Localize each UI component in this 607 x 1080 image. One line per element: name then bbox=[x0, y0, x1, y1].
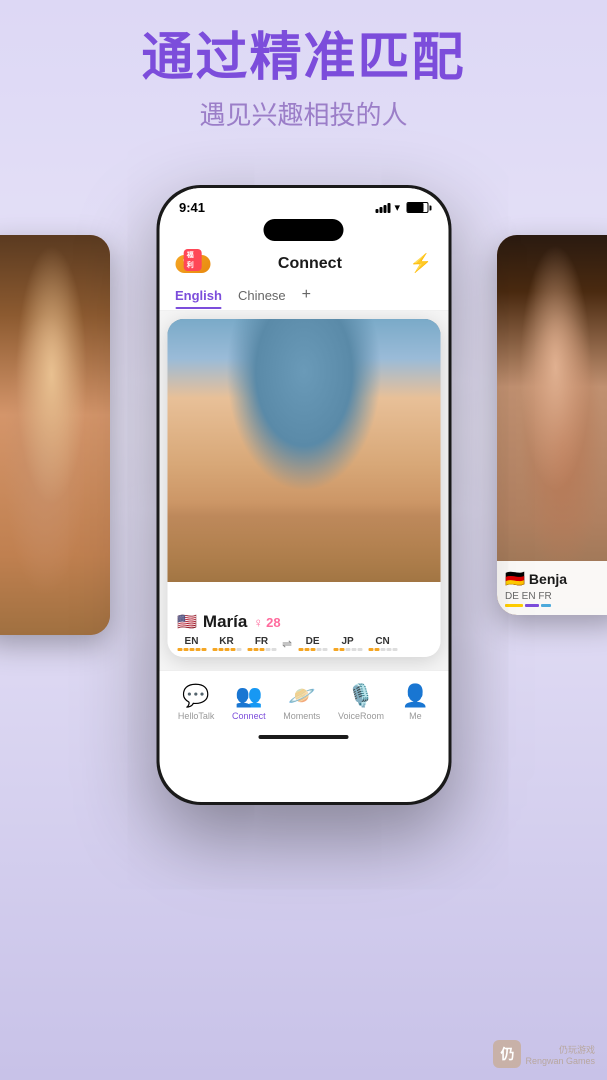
nav-hellotalk-label: HelloTalk bbox=[178, 711, 215, 721]
lang-de: DE bbox=[298, 636, 327, 651]
tabs-bar: English Chinese + bbox=[159, 280, 448, 311]
profile-photo bbox=[167, 319, 440, 582]
watermark-line1: 仍玩游戏 bbox=[525, 1043, 595, 1056]
vip-badge[interactable]: 福利 VIP bbox=[175, 255, 210, 273]
voiceroom-icon: 🎙️ bbox=[347, 683, 374, 709]
profile-info: 🇺🇸 María ♀ 28 EN bbox=[167, 604, 440, 657]
home-indicator bbox=[259, 735, 349, 739]
signal-icon bbox=[375, 203, 390, 213]
nav-me[interactable]: 👤 Me bbox=[402, 683, 429, 721]
header-section: 通过精准匹配 遇见兴趣相投的人 bbox=[0, 30, 607, 132]
side-card-right: 🇩🇪 Benja DE EN FR bbox=[497, 235, 607, 615]
lang-en: EN bbox=[177, 636, 206, 651]
photo-gradient bbox=[167, 502, 440, 582]
watermark-line2: Rengwan Games bbox=[525, 1056, 595, 1066]
vip-badge-label: 福利 bbox=[184, 249, 202, 271]
bottom-nav: 💬 HelloTalk 👥 Connect 🪐 Moments 🎙️ Voice… bbox=[159, 670, 448, 745]
phone-frame: 9:41 ▾ bbox=[156, 185, 451, 805]
profile-name-row: 🇺🇸 María ♀ 28 bbox=[177, 612, 430, 632]
battery-icon bbox=[406, 202, 428, 213]
lang-jp: JP bbox=[333, 636, 362, 651]
status-time: 9:41 bbox=[179, 200, 205, 215]
nav-voiceroom-label: VoiceRoom bbox=[338, 711, 384, 721]
nav-me-label: Me bbox=[409, 711, 422, 721]
lang-fr: FR bbox=[247, 636, 276, 651]
right-card-lang-dots bbox=[505, 604, 607, 607]
app-title: Connect bbox=[278, 255, 342, 273]
nav-connect-label: Connect bbox=[232, 711, 266, 721]
gender-icon: ♀ bbox=[253, 615, 263, 630]
dynamic-island bbox=[264, 219, 344, 241]
connect-icon: 👥 bbox=[235, 683, 262, 709]
right-card-photo bbox=[497, 235, 607, 615]
right-card-langs: DE EN FR bbox=[505, 591, 607, 602]
right-card-flag: 🇩🇪 bbox=[505, 569, 525, 589]
moments-icon: 🪐 bbox=[288, 683, 315, 709]
card-area: 🇺🇸 María ♀ 28 EN bbox=[159, 311, 448, 745]
status-icons: ▾ bbox=[375, 201, 428, 214]
watermark-logo: 仍 bbox=[493, 1040, 521, 1068]
profile-name: María bbox=[203, 612, 247, 632]
watermark-text-block: 仍玩游戏 Rengwan Games bbox=[525, 1043, 595, 1066]
lang-cn: CN bbox=[368, 636, 397, 651]
nav-connect[interactable]: 👥 Connect bbox=[232, 683, 266, 721]
side-card-left bbox=[0, 235, 110, 635]
lang-kr: KR bbox=[212, 636, 241, 651]
left-card-photo bbox=[0, 235, 110, 635]
me-icon: 👤 bbox=[402, 683, 429, 709]
header-title: 通过精准匹配 bbox=[0, 30, 607, 87]
app-header: 福利 VIP Connect ⚡ bbox=[159, 247, 448, 280]
profile-flag: 🇺🇸 bbox=[177, 612, 197, 632]
phone-wrapper: 9:41 ▾ bbox=[156, 185, 451, 805]
phone-screen: 9:41 ▾ bbox=[159, 188, 448, 802]
wifi-icon: ▾ bbox=[394, 201, 400, 214]
lang-row: EN KR bbox=[177, 636, 430, 651]
nav-hellotalk[interactable]: 💬 HelloTalk bbox=[178, 683, 215, 721]
age: 28 bbox=[266, 615, 280, 630]
header-subtitle: 遇见兴趣相投的人 bbox=[0, 95, 607, 132]
profile-card[interactable]: 🇺🇸 María ♀ 28 EN bbox=[167, 319, 440, 657]
gender-age: ♀ 28 bbox=[253, 615, 280, 630]
tab-english[interactable]: English bbox=[175, 282, 222, 309]
tab-chinese[interactable]: Chinese bbox=[238, 282, 286, 309]
nav-moments-label: Moments bbox=[283, 711, 320, 721]
status-bar: 9:41 ▾ bbox=[159, 188, 448, 219]
right-card-name: Benja bbox=[529, 571, 567, 587]
watermark: 仍 仍玩游戏 Rengwan Games bbox=[493, 1040, 595, 1068]
tab-add-button[interactable]: + bbox=[302, 280, 311, 310]
right-card-info: 🇩🇪 Benja DE EN FR bbox=[497, 561, 607, 615]
hellotalk-icon: 💬 bbox=[182, 683, 209, 709]
lang-swap-icon: ⇌ bbox=[282, 637, 292, 651]
lightning-icon[interactable]: ⚡ bbox=[410, 253, 432, 274]
nav-moments[interactable]: 🪐 Moments bbox=[283, 683, 320, 721]
nav-voiceroom[interactable]: 🎙️ VoiceRoom bbox=[338, 683, 384, 721]
